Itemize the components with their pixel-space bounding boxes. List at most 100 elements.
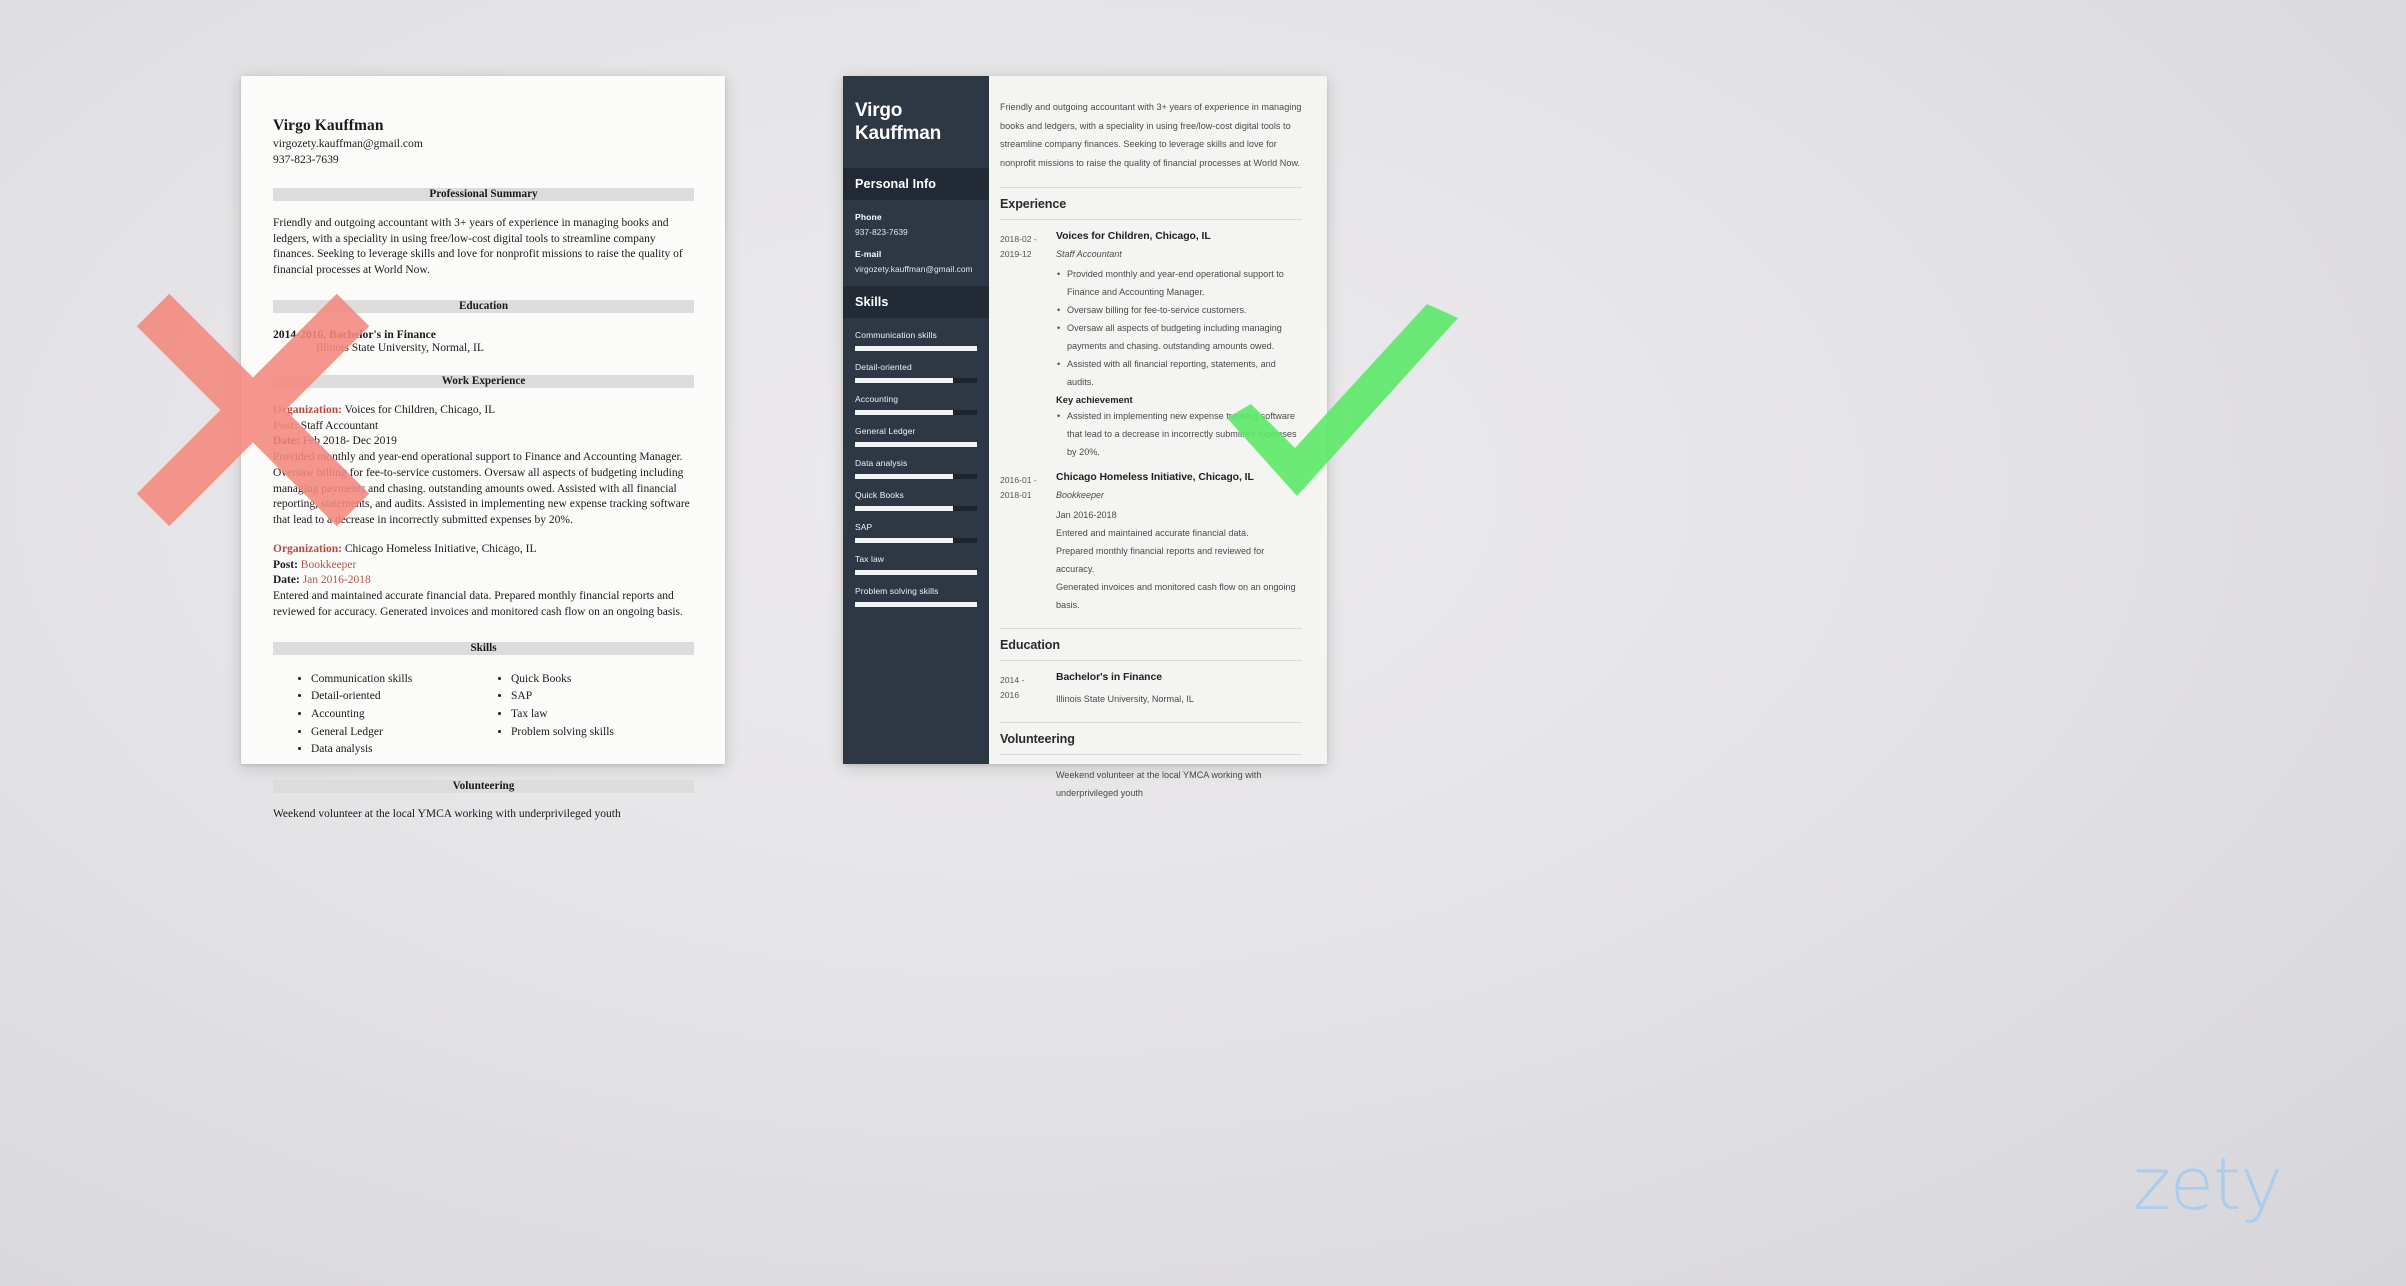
sidebar-phone-label: Phone: [855, 211, 882, 222]
good-summary-text: Friendly and outgoing accountant with 3+…: [1000, 102, 1302, 169]
bad-summary-text: Friendly and outgoing accountant with 3+…: [273, 216, 683, 277]
date-from: 2014 -: [1000, 674, 1025, 685]
skill-label: Tax law: [855, 553, 885, 564]
skill-bar-track: [855, 505, 977, 511]
skill-bar-fill: [855, 409, 953, 415]
skill-label: Accounting: [855, 393, 899, 404]
bad-section-header-summary-label: Professional Summary: [429, 188, 538, 201]
bad-section-header-education-label: Education: [458, 300, 509, 313]
skill-label: General Ledger: [855, 425, 916, 436]
skill-item: Detail-oriented: [855, 362, 977, 383]
good-resume-name-last: Kauffman: [855, 123, 942, 145]
good-experience-role: Bookkeeper: [1056, 489, 1105, 500]
list-item: Problem solving skills: [511, 724, 614, 742]
good-education-school: Illinois State University, Normal, IL: [1056, 693, 1194, 704]
good-section-education-title: Education: [1000, 638, 1302, 661]
good-key-achievement-label: Key achievement: [1056, 393, 1133, 405]
skill-item: Quick Books: [855, 490, 977, 511]
bad-job-org-value: Voices for Children, Chicago, IL: [342, 403, 496, 416]
good-resume-name-first: Virgo: [855, 100, 903, 121]
good-volunteering-body: Weekend volunteer at the local YMCA work…: [1056, 766, 1302, 802]
skill-bar-fill: [855, 537, 953, 543]
bad-job-description: Entered and maintained accurate financia…: [273, 590, 683, 618]
sidebar-section-personal-info: Personal Info: [843, 167, 989, 200]
good-experience-line: Jan 2016-2018: [1056, 509, 1117, 520]
good-resume-document: Virgo Kauffman Personal Info Phone 937-8…: [843, 76, 1327, 798]
skill-bar-track: [855, 441, 977, 447]
sidebar-section-skills: Skills: [843, 285, 989, 318]
bad-job-org-label: Organization:: [273, 542, 342, 555]
skill-bar-fill: [855, 569, 977, 575]
good-experience-role: Staff Accountant: [1056, 248, 1122, 259]
good-experience-line: Prepared monthly financial reports and r…: [1056, 545, 1265, 574]
good-volunteering-text: Weekend volunteer at the local YMCA work…: [1056, 769, 1262, 798]
skill-bar-track: [855, 377, 977, 383]
list-item: Oversaw all aspects of budgeting includi…: [1056, 319, 1302, 355]
skill-label: Problem solving skills: [855, 585, 939, 596]
sidebar-skills-list: Communication skills Detail-oriented Accou…: [843, 318, 989, 607]
skill-bar-track: [855, 409, 977, 415]
skill-label: Quick Books: [855, 489, 904, 500]
good-experience-body: Chicago Homeless Initiative, Chicago, IL…: [1056, 472, 1302, 614]
date-from: 2016-01 -: [1000, 474, 1037, 485]
skill-bar-fill: [855, 441, 977, 447]
list-item: General Ledger: [311, 724, 493, 742]
list-item: Oversaw billing for fee-to-service custo…: [1056, 301, 1302, 319]
list-item: Data analysis: [311, 741, 493, 759]
skill-bar-fill: [855, 505, 953, 511]
good-resume-main-column: Friendly and outgoing accountant with 3+…: [989, 76, 1327, 798]
skill-label: SAP: [855, 521, 873, 532]
list-item: Provided monthly and year-end operationa…: [1056, 265, 1302, 301]
good-education-degree: Bachelor's in Finance: [1056, 671, 1162, 683]
date-to: 2016: [1000, 689, 1020, 700]
bad-section-header-skills: Skills: [273, 641, 694, 655]
skill-item: General Ledger: [855, 426, 977, 447]
good-experience-bullets: Provided monthly and year-end operationa…: [1056, 265, 1302, 391]
bad-job-entry: Organization: Voices for Children, Chica…: [273, 403, 694, 529]
skill-bar-track: [855, 601, 977, 607]
bad-resume-document: Virgo Kauffman virgozety.kauffman@gmail.…: [241, 76, 725, 820]
skill-bar-track: [855, 345, 977, 351]
skill-bar-track: [855, 537, 977, 543]
good-experience-entry: 2018-02 - 2019-12 Voices for Children, C…: [1000, 220, 1302, 461]
list-item: Assisted in implementing new expense tra…: [1056, 407, 1302, 461]
date-to: 2019-12: [1000, 248, 1032, 259]
bad-resume-email: virgozety.kauffman@gmail.com: [273, 137, 423, 151]
good-experience-dates: 2018-02 - 2019-12: [1000, 231, 1056, 461]
bad-education-school: Illinois State University, Normal, IL: [316, 340, 484, 354]
good-experience-entry: 2016-01 - 2018-01 Chicago Homeless Initi…: [1000, 461, 1302, 614]
bad-job-post-value: Bookkeeper: [297, 558, 357, 571]
bad-job-post-value: Staff Accountant: [297, 419, 379, 432]
bad-section-header-summary: Professional Summary: [273, 187, 694, 201]
good-experience-body: Voices for Children, Chicago, IL Staff A…: [1056, 231, 1302, 461]
bad-section-header-work: Work Experience: [273, 374, 694, 388]
sidebar-section-personal-info-label: Personal Info: [855, 176, 937, 191]
good-section-experience-title: Experience: [1000, 197, 1302, 220]
skill-bar-fill: [855, 345, 977, 351]
skill-label: Data analysis: [855, 457, 908, 468]
bad-job-post-label: Post:: [273, 419, 298, 432]
bad-section-header-education: Education: [273, 299, 694, 313]
skill-item: Tax law: [855, 554, 977, 575]
bad-job-date-value: Feb 2018- Dec 2019: [299, 435, 397, 448]
good-section-experience: Experience 2018-02 - 2019-12 Voices for …: [1000, 186, 1302, 614]
skill-label: Detail-oriented: [855, 361, 912, 372]
good-education-body: Bachelor's in Finance Illinois State Uni…: [1056, 672, 1302, 708]
skill-bar-fill: [855, 377, 953, 383]
sidebar-personal-info-body: Phone 937-823-7639 E-mail virgozety.kauf…: [843, 200, 989, 274]
bad-section-header-volunteering: Volunteering: [273, 779, 694, 793]
good-experience-line: Entered and maintained accurate financia…: [1056, 527, 1249, 538]
skill-item: SAP: [855, 522, 977, 543]
bad-job-date-value: Jan 2016-2018: [299, 574, 371, 587]
date-from: 2018-02 -: [1000, 233, 1037, 244]
bad-job-post-label: Post:: [273, 558, 298, 571]
sidebar-email-label: E-mail: [855, 248, 882, 259]
bad-job-date-label: Date:: [273, 435, 300, 448]
bad-job-date-label: Date:: [273, 574, 300, 587]
skill-item: Accounting: [855, 394, 977, 415]
bad-job-entry: Organization: Chicago Homeless Initiativ…: [273, 542, 694, 621]
list-item: Detail-oriented: [311, 688, 493, 706]
list-item: Accounting: [311, 706, 493, 724]
list-item: Tax law: [511, 706, 614, 724]
good-section-education: Education 2014 - 2016 Bachelor's in Fina…: [1000, 627, 1302, 708]
